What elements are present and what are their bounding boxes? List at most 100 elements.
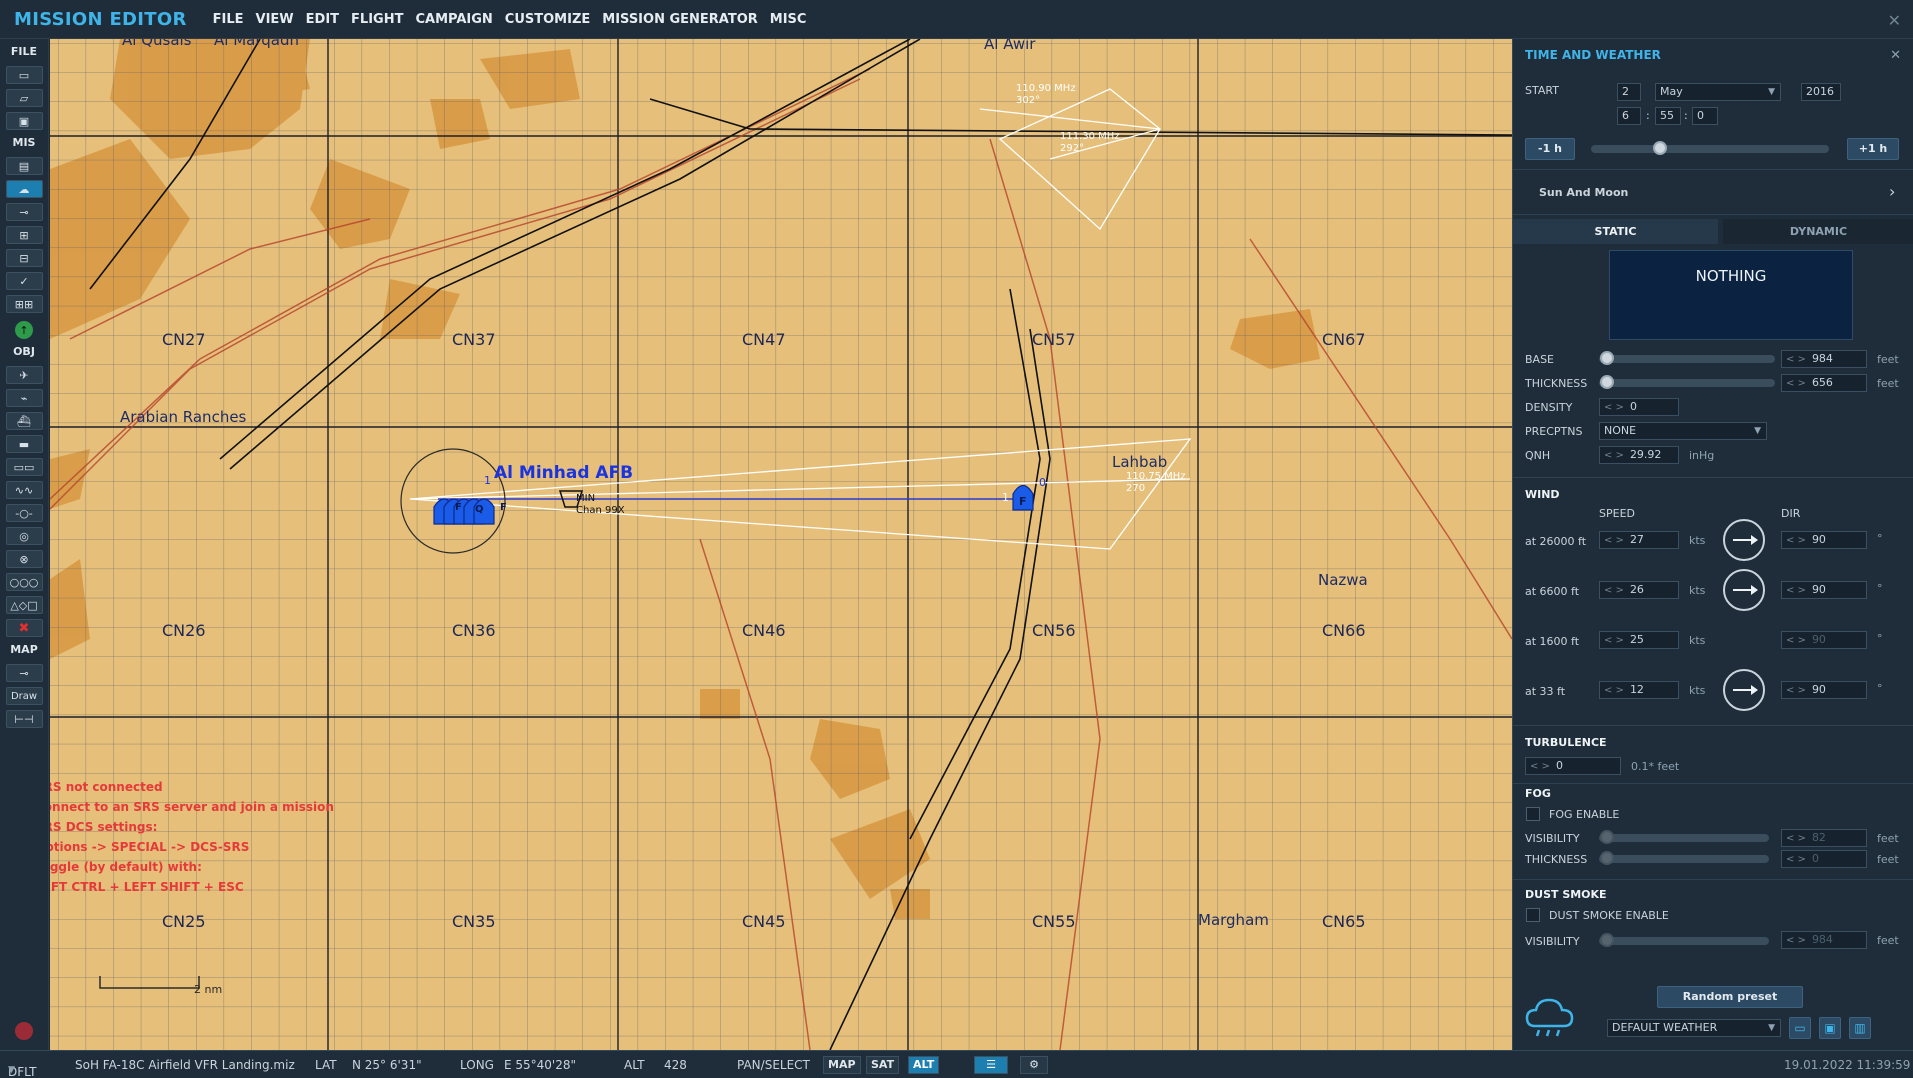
freq-text: 110.90 MHz xyxy=(1016,83,1076,94)
map-mode-button[interactable]: MAP xyxy=(823,1056,861,1074)
toolbar-file-label: FILE xyxy=(10,45,38,58)
file-open-icon[interactable]: ▱ xyxy=(5,89,43,107)
ship-icon[interactable]: ⛴ xyxy=(5,412,43,430)
scale-label: 2 nm xyxy=(194,983,223,996)
time-slider[interactable] xyxy=(1591,145,1829,153)
menu-edit[interactable]: EDIT xyxy=(306,12,339,27)
failures-icon[interactable]: ⊟ xyxy=(5,249,43,267)
place-label: Lahbab xyxy=(1112,453,1168,471)
altitude-mode-button[interactable]: ALT xyxy=(908,1056,940,1074)
trigger-icon[interactable]: ⊸ xyxy=(5,203,43,221)
thickness-field[interactable]: < > 656 xyxy=(1781,374,1867,392)
menu-flight[interactable]: FLIGHT xyxy=(351,12,403,27)
menu-view[interactable]: VIEW xyxy=(256,12,294,27)
file-new-icon[interactable]: ▭ xyxy=(5,66,43,84)
base-slider-thumb[interactable] xyxy=(1600,351,1614,365)
map-view[interactable]: CN27 CN37 CN47 CN57 CN67 CN26 CN36 CN46 … xyxy=(50,39,1512,1050)
wind-speed-field[interactable]: < > 27 xyxy=(1599,531,1679,549)
base-field[interactable]: < > 984 xyxy=(1781,350,1867,368)
wind-direction-dial[interactable] xyxy=(1723,519,1765,561)
stepper-arrows-icon: < > xyxy=(1604,450,1624,461)
sun-moon-label[interactable]: Sun And Moon xyxy=(1539,186,1628,199)
menu-file[interactable]: FILE xyxy=(213,12,244,27)
start-minute-field[interactable]: 55 xyxy=(1655,107,1681,125)
tab-static[interactable]: STATIC xyxy=(1513,219,1718,244)
settings-icon[interactable]: ⚙ xyxy=(1020,1056,1048,1074)
stepper-arrows-icon: < > xyxy=(1786,585,1806,596)
airbase-label[interactable]: Al Minhad AFB xyxy=(494,463,633,483)
static-object-icon[interactable]: ▭▭ xyxy=(5,458,43,476)
cloud-preset-box[interactable]: NOTHING xyxy=(1609,250,1853,340)
wind-speed-field[interactable]: < > 12 xyxy=(1599,681,1679,699)
wind-direction-dial[interactable] xyxy=(1723,669,1765,711)
fog-enable-checkbox[interactable] xyxy=(1526,807,1540,821)
srs-line: Toggle (by default) with: xyxy=(50,860,202,874)
menu-customize[interactable]: CUSTOMIZE xyxy=(505,12,590,27)
start-year-field[interactable]: 2016 xyxy=(1801,83,1841,101)
window-close-icon[interactable]: ✕ xyxy=(1888,11,1901,30)
template-icon[interactable]: ∿∿ xyxy=(5,481,43,499)
start-month-select[interactable]: May ▼ xyxy=(1655,83,1781,101)
draw-button[interactable]: Draw xyxy=(5,687,43,705)
wind-speed-field[interactable]: < > 25 xyxy=(1599,631,1679,649)
qnh-field[interactable]: < > 29.92 xyxy=(1599,446,1679,464)
menu-campaign[interactable]: CAMPAIGN xyxy=(415,12,492,27)
random-preset-button[interactable]: Random preset xyxy=(1657,986,1803,1008)
route-icon[interactable]: -○- xyxy=(5,504,43,522)
vehicle-icon[interactable]: ▬ xyxy=(5,435,43,453)
weather-preset-select[interactable]: DEFAULT WEATHER ▼ xyxy=(1607,1019,1781,1037)
toolbar-map-label: MAP xyxy=(10,643,38,656)
tab-dynamic[interactable]: DYNAMIC xyxy=(1723,219,1913,244)
save-icon[interactable]: ▣ xyxy=(1819,1017,1841,1039)
plus-hour-button[interactable]: +1 h xyxy=(1847,138,1899,160)
wind-dir-field[interactable]: < > 90 xyxy=(1781,581,1867,599)
airbase-icon[interactable]: ⊗ xyxy=(5,550,43,568)
close-icon[interactable]: ✕ xyxy=(1890,48,1901,63)
wind-dir-field[interactable]: < > 90 xyxy=(1781,681,1867,699)
go-up-icon[interactable]: ↑ xyxy=(15,321,33,339)
start-hour-field[interactable]: 6 xyxy=(1617,107,1641,125)
triggered-actions-icon[interactable]: ⊞ xyxy=(5,226,43,244)
precipitation-select[interactable]: NONE ▼ xyxy=(1599,422,1767,440)
start-second-field[interactable]: 0 xyxy=(1692,107,1718,125)
thickness-slider-thumb[interactable] xyxy=(1600,375,1614,389)
folder-open-icon[interactable]: ▭ xyxy=(1789,1017,1811,1039)
minus-hour-button[interactable]: -1 h xyxy=(1525,138,1575,160)
zone-icon[interactable]: ○○○ xyxy=(5,573,43,591)
thickness-slider[interactable] xyxy=(1599,379,1775,387)
panel-header: TIME AND WEATHER ✕ xyxy=(1513,39,1913,71)
map-layers-icon[interactable]: ☰ xyxy=(974,1056,1008,1074)
density-label: DENSITY xyxy=(1525,401,1573,414)
chevron-right-icon[interactable]: › xyxy=(1889,182,1895,201)
airplane-icon[interactable]: ✈ xyxy=(5,366,43,384)
file-save-icon[interactable]: ▣ xyxy=(5,112,43,130)
navaid-channel: Chan 99X xyxy=(576,505,625,516)
shapes-icon[interactable]: △◇□ xyxy=(5,596,43,614)
srs-status-icon[interactable] xyxy=(15,1022,33,1040)
check-icon[interactable]: ✓ xyxy=(5,272,43,290)
satellite-mode-button[interactable]: SAT xyxy=(866,1056,900,1074)
helicopter-icon[interactable]: ⌁ xyxy=(5,389,43,407)
delete-icon[interactable]: ✖ xyxy=(5,619,43,637)
map-options-icon[interactable]: ⊸ xyxy=(5,664,43,682)
start-day-field[interactable]: 2 xyxy=(1617,83,1641,101)
turbulence-field[interactable]: < > 0 xyxy=(1525,757,1621,775)
group-letter: F xyxy=(500,502,507,513)
weather-icon[interactable]: ☁ xyxy=(5,180,43,198)
wind-direction-dial[interactable] xyxy=(1723,569,1765,611)
base-slider[interactable] xyxy=(1599,355,1775,363)
trash-icon[interactable]: ▥ xyxy=(1849,1017,1871,1039)
ruler-icon[interactable]: ⊢⊣ xyxy=(5,710,43,728)
target-icon[interactable]: ◎ xyxy=(5,527,43,545)
wind-dir-field[interactable]: < > 90 xyxy=(1781,531,1867,549)
briefing-icon[interactable]: ▤ xyxy=(5,157,43,175)
stepper-arrows-icon: < > xyxy=(1786,535,1806,546)
menu-mission-generator[interactable]: MISSION GENERATOR xyxy=(602,12,758,27)
density-field[interactable]: < > 0 xyxy=(1599,398,1679,416)
menu-misc[interactable]: MISC xyxy=(770,12,807,27)
time-slider-thumb[interactable] xyxy=(1652,141,1667,155)
options-icon[interactable]: ⊞⊞ xyxy=(5,295,43,313)
dust-smoke-enable-checkbox[interactable] xyxy=(1526,908,1540,922)
start-label: START xyxy=(1525,84,1559,97)
wind-speed-field[interactable]: < > 26 xyxy=(1599,581,1679,599)
